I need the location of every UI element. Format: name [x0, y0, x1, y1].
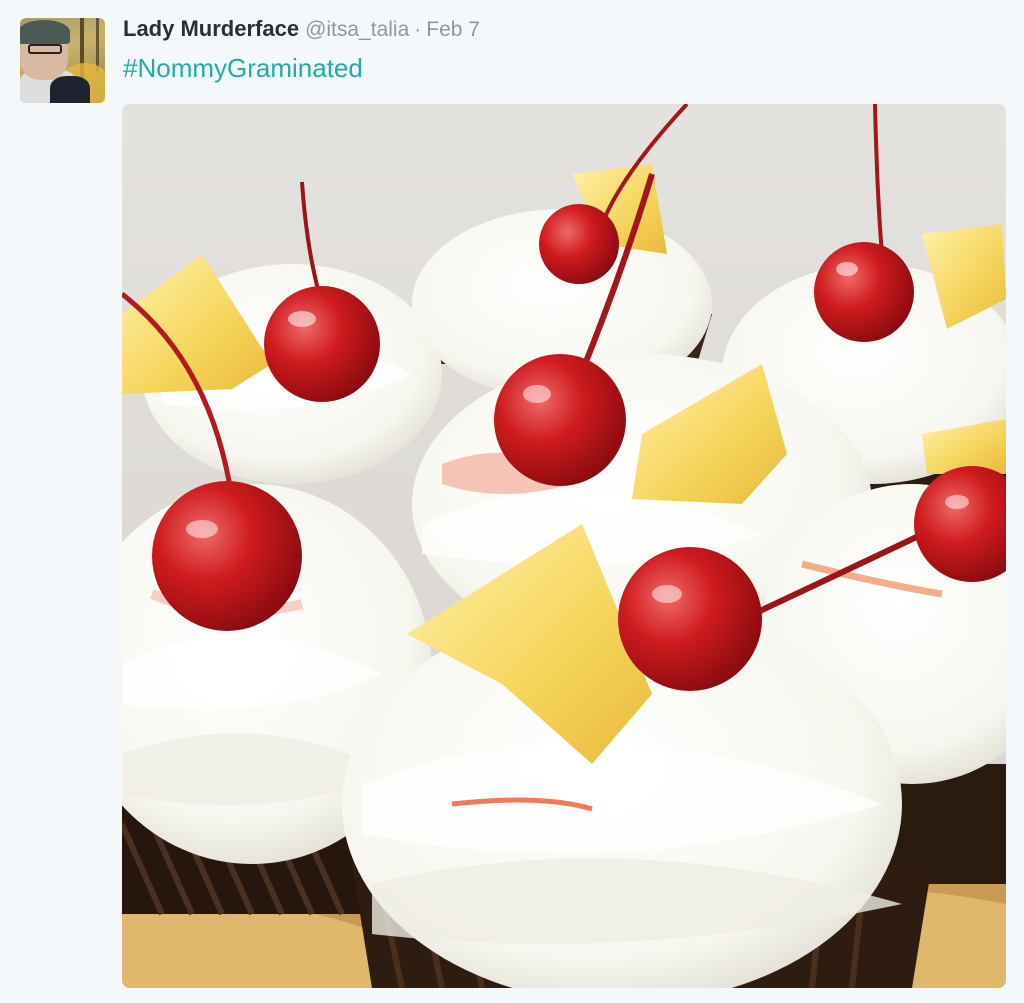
display-name[interactable]: Lady Murderface — [123, 16, 299, 42]
separator-dot: · — [414, 18, 422, 41]
tweet-timestamp[interactable]: Feb 7 — [426, 18, 480, 42]
tweet-header: Lady Murderface @itsa_talia · Feb 7 — [123, 16, 480, 48]
hashtag-link[interactable]: #NommyGraminated — [123, 53, 363, 84]
tweet-photo[interactable] — [122, 104, 1006, 988]
avatar[interactable] — [20, 18, 105, 103]
tweet: Lady Murderface @itsa_talia · Feb 7 #Nom… — [0, 0, 1024, 1003]
user-handle[interactable]: @itsa_talia — [305, 18, 409, 42]
cupcakes-photo — [122, 104, 1006, 988]
